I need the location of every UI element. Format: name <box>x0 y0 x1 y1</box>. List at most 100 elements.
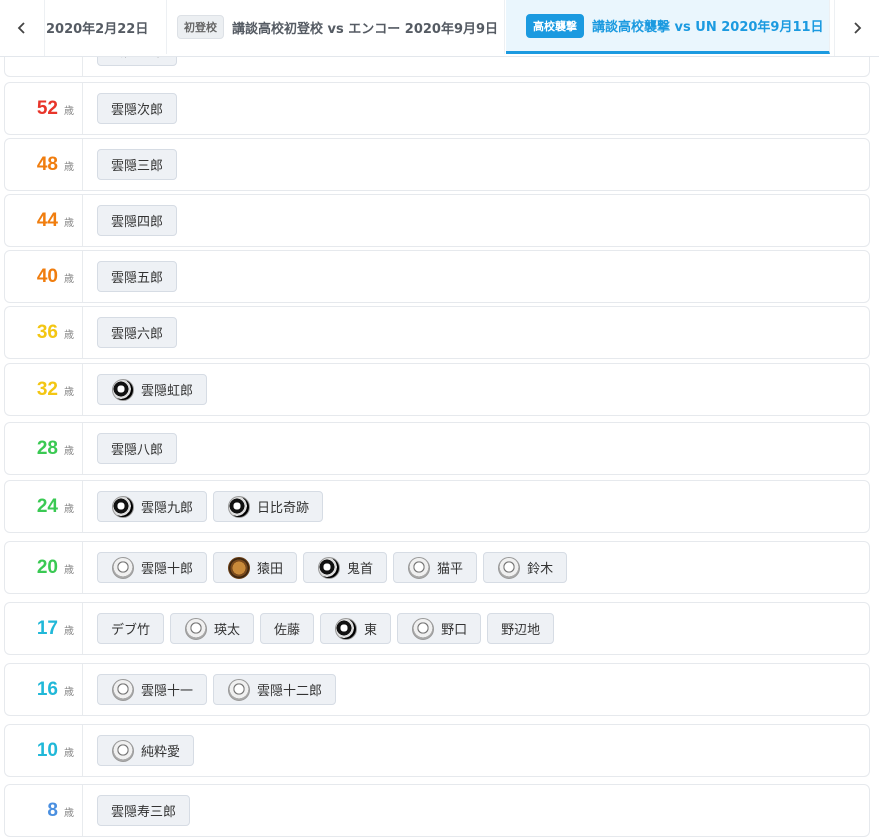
character-list: 雲隠九郎 日比奇跡 <box>97 481 324 532</box>
age-unit: 歳 <box>64 445 74 457</box>
age-row: 48 歳 雲隠三郎 <box>4 138 870 191</box>
character-chip[interactable]: 日比奇跡 <box>213 491 324 522</box>
tab-episode-3-active[interactable]: 高校襲撃 講談高校襲撃 vs UN 2020年9月11日 <box>506 0 830 54</box>
tab-episode-2[interactable]: 初登校 講談高校初登校 vs エンコー 2020年9月9日 <box>165 0 505 54</box>
character-name: 雲隠五郎 <box>111 271 164 286</box>
character-name: 日比奇跡 <box>257 501 310 516</box>
character-list: 雲隠四郎 <box>97 195 178 246</box>
character-name: 猿田 <box>257 562 284 577</box>
age-label: 17 歳 <box>5 603 83 654</box>
character-chip[interactable]: 雲隠六郎 <box>97 317 178 348</box>
character-chip[interactable]: 雲隠次郎 <box>97 93 178 124</box>
character-chip[interactable]: 雲隠十一 <box>97 674 208 705</box>
age-unit: 歳 <box>64 329 74 341</box>
age-row: 40 歳 雲隠五郎 <box>4 250 870 303</box>
character-name: 雲隠次郎 <box>111 103 164 118</box>
age-label: 28 歳 <box>5 423 83 474</box>
character-chip[interactable]: 雲隠九郎 <box>97 491 208 522</box>
tab-label: 講談高校初登校 vs エンコー 2020年9月9日 <box>232 21 499 37</box>
avatar-icon <box>335 617 358 640</box>
age-number: 28 <box>36 437 58 459</box>
character-chip[interactable]: 雲隠虹郎 <box>97 374 208 405</box>
character-chip[interactable]: 猿田 <box>213 552 298 583</box>
character-list: 雲隠三郎 <box>97 139 178 190</box>
age-label: 44 歳 <box>5 195 83 246</box>
character-chip[interactable]: 純粋愛 <box>97 735 195 766</box>
character-name: 雲隠六郎 <box>111 327 164 342</box>
character-chip[interactable]: 東 <box>320 613 392 644</box>
character-chip[interactable]: 鬼首 <box>303 552 388 583</box>
age-number: 24 <box>36 495 58 517</box>
character-chip[interactable]: デブ竹 <box>97 613 165 644</box>
character-list: 雲隠十郎 猿田 鬼首 猫平 鈴木 <box>97 542 568 593</box>
character-chip[interactable]: 雲隠八郎 <box>97 433 178 464</box>
character-chip[interactable]: 瑛太 <box>170 613 255 644</box>
avatar-icon <box>318 556 341 579</box>
character-list: 雲隠次郎 <box>97 83 178 134</box>
character-chip[interactable]: 雲隠寿三郎 <box>97 795 191 826</box>
age-row: 28 歳 雲隠八郎 <box>4 422 870 475</box>
character-list: 雲隠五郎 <box>97 251 178 302</box>
age-unit: 歳 <box>64 747 74 759</box>
character-chip[interactable]: 雲隠十二郎 <box>213 674 337 705</box>
character-chip[interactable]: 猫平 <box>393 552 478 583</box>
chevron-left-icon <box>17 22 25 34</box>
character-name: 雲隠十一 <box>141 684 194 699</box>
character-list: 雲隠八郎 <box>97 423 178 474</box>
age-unit: 歳 <box>64 217 74 229</box>
character-list: 雲隠六郎 <box>97 307 178 358</box>
age-unit: 歳 <box>64 807 74 819</box>
character-name: 雲隠九郎 <box>141 501 194 516</box>
character-name: 雲隠三郎 <box>111 159 164 174</box>
episode-tab-bar: 2020年2月22日 初登校 講談高校初登校 vs エンコー 2020年9月9日… <box>0 0 879 57</box>
age-unit: 歳 <box>64 503 74 515</box>
avatar-icon <box>408 556 431 579</box>
avatar-icon <box>498 556 521 579</box>
age-number: 8 <box>47 799 58 821</box>
character-name: 雲隠十二郎 <box>257 684 323 699</box>
age-row: 44 歳 雲隠四郎 <box>4 194 870 247</box>
tab-next-button[interactable] <box>834 0 879 56</box>
tab-prev-button[interactable] <box>0 0 45 56</box>
character-chip[interactable]: 雲隠四郎 <box>97 205 178 236</box>
character-chip[interactable]: 雲隠三郎 <box>97 149 178 180</box>
chevron-right-icon <box>854 22 862 34</box>
age-row: 8 歳 雲隠寿三郎 <box>4 784 870 837</box>
character-chip[interactable]: 野辺地 <box>487 613 555 644</box>
character-name: 鬼首 <box>347 562 374 577</box>
age-label: 36 歳 <box>5 307 83 358</box>
character-name: 佐藤 <box>274 623 301 638</box>
avatar-icon <box>112 739 134 762</box>
age-row: 36 歳 雲隠六郎 <box>4 306 870 359</box>
character-chip[interactable]: 雲隠五郎 <box>97 261 178 292</box>
character-name: 雲隠四郎 <box>111 215 164 230</box>
character-chip[interactable]: 雲隠十郎 <box>97 552 208 583</box>
age-label: 10 歳 <box>5 725 83 776</box>
age-unit: 歳 <box>64 161 74 173</box>
character-name: 純粋愛 <box>141 745 181 760</box>
character-name: 雲隠八郎 <box>111 443 164 458</box>
age-unit: 歳 <box>64 625 74 637</box>
age-number: 16 <box>36 678 58 700</box>
tab-episode-1[interactable]: 2020年2月22日 <box>44 0 167 54</box>
character-name: 野辺地 <box>501 623 541 638</box>
avatar-icon <box>228 678 251 701</box>
age-unit: 歳 <box>64 386 74 398</box>
character-list: デブ竹 瑛太 佐藤 東 野口 野辺地 <box>97 603 555 654</box>
character-chip[interactable]: 佐藤 <box>260 613 315 644</box>
character-list: 雲隠十一 雲隠十二郎 <box>97 664 337 715</box>
character-name: 雲隠虹郎 <box>141 384 194 399</box>
character-chip[interactable]: 鈴木 <box>483 552 568 583</box>
character-name: 雲隠寿三郎 <box>111 805 177 820</box>
age-number: 44 <box>36 209 58 231</box>
avatar-icon <box>112 378 134 401</box>
age-unit: 歳 <box>64 686 74 698</box>
avatar-icon <box>412 617 435 640</box>
age-row: 52 歳 雲隠次郎 <box>4 82 870 135</box>
age-row: 10 歳 純粋愛 <box>4 724 870 777</box>
character-list: 純粋愛 <box>97 725 195 776</box>
character-name: 瑛太 <box>214 623 241 638</box>
age-label: 20 歳 <box>5 542 83 593</box>
character-chip[interactable]: 野口 <box>397 613 482 644</box>
age-label: 24 歳 <box>5 481 83 532</box>
